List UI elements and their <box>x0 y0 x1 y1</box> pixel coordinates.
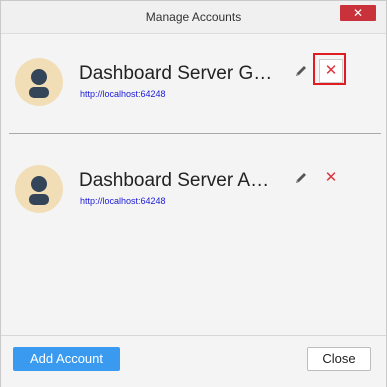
user-avatar-icon <box>15 58 63 106</box>
highlight-box <box>313 53 346 85</box>
account-name: Dashboard Server Administrator <box>79 170 279 191</box>
pencil-icon[interactable] <box>294 171 308 185</box>
account-item-admin: Dashboard Server Administrator http://lo… <box>1 141 386 231</box>
account-item-guest: Dashboard Server Guest http://localhost:… <box>1 34 386 124</box>
account-name: Dashboard Server Guest <box>79 63 279 84</box>
add-account-button[interactable]: Add Account <box>13 347 120 371</box>
user-avatar-icon <box>15 165 63 213</box>
dialog-close-button[interactable]: ✕ <box>340 5 376 21</box>
dialog-footer: Add Account Close <box>1 335 386 387</box>
dialog-titlebar: Manage Accounts ✕ <box>1 1 386 34</box>
dialog-title: Manage Accounts <box>145 10 242 24</box>
delete-account-icon[interactable]: ✕ <box>321 168 341 188</box>
account-url-link[interactable]: http://localhost:64248 <box>80 196 166 206</box>
account-url-link[interactable]: http://localhost:64248 <box>80 89 166 99</box>
manage-accounts-dialog: Manage Accounts ✕ Dashboard Server Guest… <box>0 0 387 387</box>
close-button[interactable]: Close <box>307 347 371 371</box>
account-divider <box>9 133 381 134</box>
pencil-icon[interactable] <box>294 64 308 78</box>
account-list: Dashboard Server Guest http://localhost:… <box>1 34 386 334</box>
